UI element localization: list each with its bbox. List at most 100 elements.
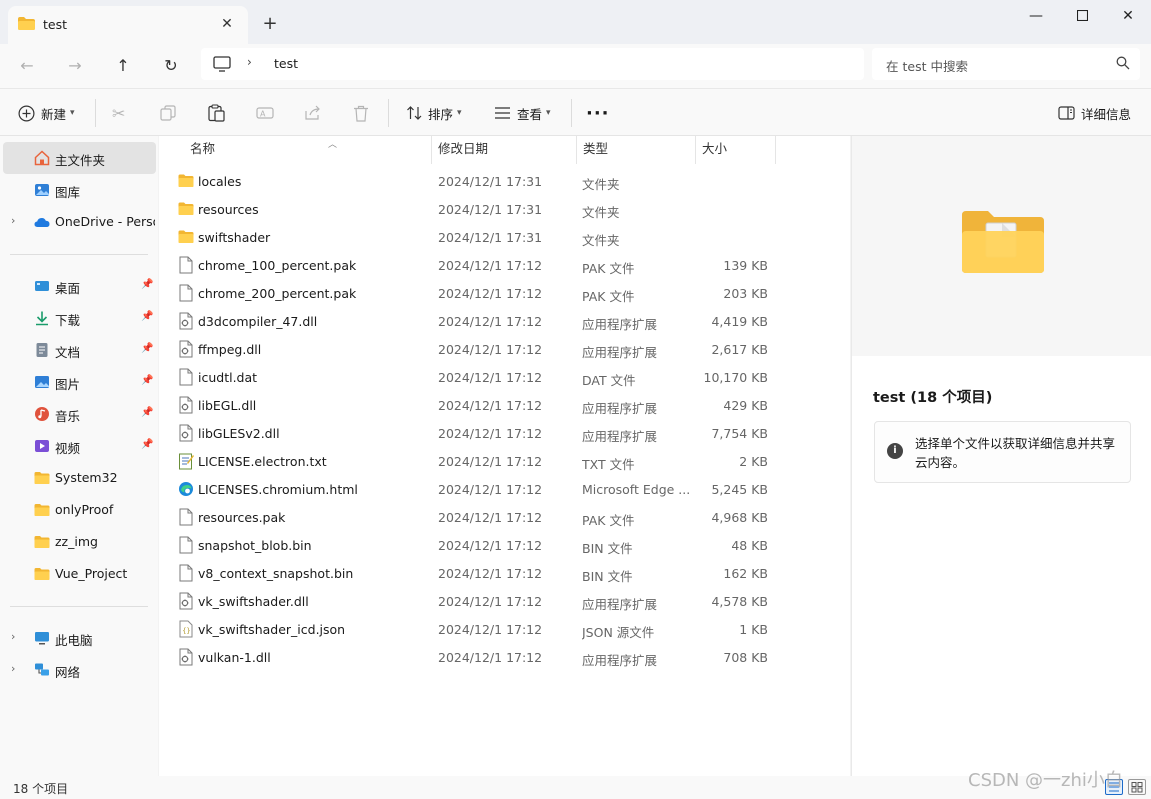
text-file-icon <box>178 452 194 470</box>
gallery-icon <box>35 184 49 196</box>
sidebar-item-downloads[interactable]: 下载 📌 <box>0 302 158 334</box>
file-size: 139 KB <box>723 258 768 273</box>
sort-button[interactable]: 排序 ▾ <box>404 101 462 125</box>
folder-preview-icon <box>962 211 1044 273</box>
chevron-right-icon[interactable]: › <box>11 662 15 675</box>
sidebar-item-label: onlyProof <box>55 502 114 517</box>
pin-icon[interactable]: 📌 <box>141 439 153 450</box>
file-type: BIN 文件 <box>582 569 633 584</box>
preview-area <box>852 136 1151 356</box>
file-date: 2024/12/1 17:12 <box>438 454 543 469</box>
view-button[interactable]: 查看 ▾ <box>492 101 551 125</box>
file-size: 2,617 KB <box>711 342 768 357</box>
pin-icon[interactable]: 📌 <box>141 407 153 418</box>
sidebar-item-system32[interactable]: System32 <box>0 462 158 494</box>
column-header-type[interactable]: 类型 <box>577 142 695 168</box>
pin-icon[interactable]: 📌 <box>141 311 153 322</box>
share-icon[interactable] <box>304 101 321 125</box>
sidebar-item-pictures[interactable]: 图片 📌 <box>0 366 158 398</box>
file-row[interactable]: libGLESv2.dll 2024/12/1 17:12 应用程序扩展 7,754 … <box>174 419 779 447</box>
chevron-right-icon[interactable]: › <box>11 214 15 227</box>
file-row[interactable]: LICENSES.chromium.html 2024/12/1 17:12 Mic… <box>174 475 779 503</box>
file-row[interactable]: swiftshader 2024/12/1 17:31 文件夹 <box>174 223 779 251</box>
file-row[interactable]: locales 2024/12/1 17:31 文件夹 <box>174 167 779 195</box>
tiles-view-icon[interactable] <box>1128 779 1146 795</box>
delete-icon[interactable] <box>353 101 369 125</box>
file-name: libEGL.dll <box>198 398 257 413</box>
file-row[interactable]: v8_context_snapshot.bin 2024/12/1 17:12 BI… <box>174 559 779 587</box>
sidebar-item-vue-project[interactable]: Vue_Project <box>0 558 158 590</box>
column-header-name[interactable]: 名称 ︿ <box>184 140 432 168</box>
file-row[interactable]: ffmpeg.dll 2024/12/1 17:12 应用程序扩展 2,617 KB <box>174 335 779 363</box>
sidebar-item-onedrive[interactable]: › OneDrive - Perso <box>0 206 158 238</box>
file-row[interactable]: chrome_200_percent.pak 2024/12/1 17:12 PAK… <box>174 279 779 307</box>
file-row[interactable]: chrome_100_percent.pak 2024/12/1 17:12 PAK… <box>174 251 779 279</box>
pin-icon[interactable]: 📌 <box>141 343 153 354</box>
folder-icon <box>34 472 50 484</box>
sidebar-item-zz-img[interactable]: zz_img <box>0 526 158 558</box>
sidebar-item-this-pc[interactable]: › 此电脑 <box>0 622 158 654</box>
chevron-right-icon[interactable]: › <box>11 630 15 643</box>
sidebar-item-label: OneDrive - Perso <box>55 214 155 229</box>
sidebar-item-label: System32 <box>55 470 118 485</box>
sidebar-item-label: 视频 <box>55 441 81 456</box>
column-date-label: 修改日期 <box>438 141 489 156</box>
cut-icon[interactable]: ✂ <box>112 101 125 125</box>
up-icon[interactable]: ↑ <box>108 51 138 81</box>
rename-icon[interactable]: A <box>256 101 274 125</box>
file-row[interactable]: resources 2024/12/1 17:31 文件夹 <box>174 195 779 223</box>
file-row[interactable]: d3dcompiler_47.dll 2024/12/1 17:12 应用程序扩展 4… <box>174 307 779 335</box>
address-bar[interactable]: › test <box>201 48 864 80</box>
refresh-icon[interactable]: ↻ <box>156 51 186 81</box>
breadcrumb-test[interactable]: test <box>274 56 298 71</box>
pin-icon[interactable]: 📌 <box>141 375 153 386</box>
file-date: 2024/12/1 17:12 <box>438 314 543 329</box>
copy-icon[interactable] <box>160 101 176 125</box>
json-file-icon: {} <box>178 620 194 638</box>
maximize-icon[interactable] <box>1059 0 1105 32</box>
search-box[interactable]: 在 test 中搜索 <box>872 48 1140 80</box>
paste-icon[interactable] <box>208 101 225 125</box>
breadcrumb-chevron-icon[interactable]: › <box>247 55 252 69</box>
forward-icon[interactable]: → <box>60 51 90 81</box>
column-header-date[interactable]: 修改日期 <box>432 142 576 168</box>
file-date: 2024/12/1 17:12 <box>438 426 543 441</box>
tab-title: test <box>43 17 68 32</box>
file-row[interactable]: vk_swiftshader.dll 2024/12/1 17:12 应用程序扩展 4… <box>174 587 779 615</box>
search-input[interactable]: 在 test 中搜索 <box>886 56 968 75</box>
file-type: BIN 文件 <box>582 541 633 556</box>
close-window-icon[interactable]: ✕ <box>1105 0 1151 32</box>
file-size: 48 KB <box>731 538 768 553</box>
column-header-size[interactable]: 大小 <box>696 142 776 168</box>
tab-close-icon[interactable]: ✕ <box>216 13 238 35</box>
sidebar-item-documents[interactable]: 文档 📌 <box>0 334 158 366</box>
sidebar-item-music[interactable]: 音乐 📌 <box>0 398 158 430</box>
folder-icon <box>178 200 194 218</box>
back-icon[interactable]: ← <box>12 51 42 81</box>
file-row[interactable]: {} vk_swiftshader_icd.json 2024/12/1 17:12… <box>174 615 779 643</box>
file-row[interactable]: snapshot_blob.bin 2024/12/1 17:12 BIN 文件 48… <box>174 531 779 559</box>
file-row[interactable]: libEGL.dll 2024/12/1 17:12 应用程序扩展 429 KB <box>174 391 779 419</box>
sidebar-item-gallery[interactable]: 图库 <box>0 174 158 206</box>
file-row[interactable]: icudtl.dat 2024/12/1 17:12 DAT 文件 10,170 KB <box>174 363 779 391</box>
sidebar-item-network[interactable]: › 网络 <box>0 654 158 686</box>
sidebar-item-desktop[interactable]: 桌面 📌 <box>0 270 158 302</box>
sidebar-item-videos[interactable]: 视频 📌 <box>0 430 158 462</box>
pin-icon[interactable]: 📌 <box>141 279 153 290</box>
details-info-box: i 选择单个文件以获取详细信息并共享云内容。 <box>874 421 1131 483</box>
file-row[interactable]: vulkan-1.dll 2024/12/1 17:12 应用程序扩展 708 KB <box>174 643 779 671</box>
file-type: Microsoft Edge ... <box>582 482 690 497</box>
sidebar-item-home[interactable]: 主文件夹 <box>3 142 156 174</box>
column-divider[interactable] <box>775 136 776 164</box>
file-row[interactable]: resources.pak 2024/12/1 17:12 PAK 文件 4,968 … <box>174 503 779 531</box>
new-tab-icon[interactable]: + <box>258 12 282 36</box>
more-options-icon[interactable]: ··· <box>586 101 610 125</box>
sidebar-item-onlyproof[interactable]: onlyProof <box>0 494 158 526</box>
details-pane-button[interactable]: 详细信息 <box>1056 101 1131 125</box>
computer-icon <box>213 56 231 72</box>
file-row[interactable]: LICENSE.electron.txt 2024/12/1 17:12 TXT 文… <box>174 447 779 475</box>
tab-test[interactable]: test ✕ <box>8 6 248 44</box>
file-size: 429 KB <box>723 398 768 413</box>
minimize-icon[interactable]: — <box>1013 0 1059 32</box>
new-button[interactable]: 新建 ▾ <box>16 101 75 125</box>
